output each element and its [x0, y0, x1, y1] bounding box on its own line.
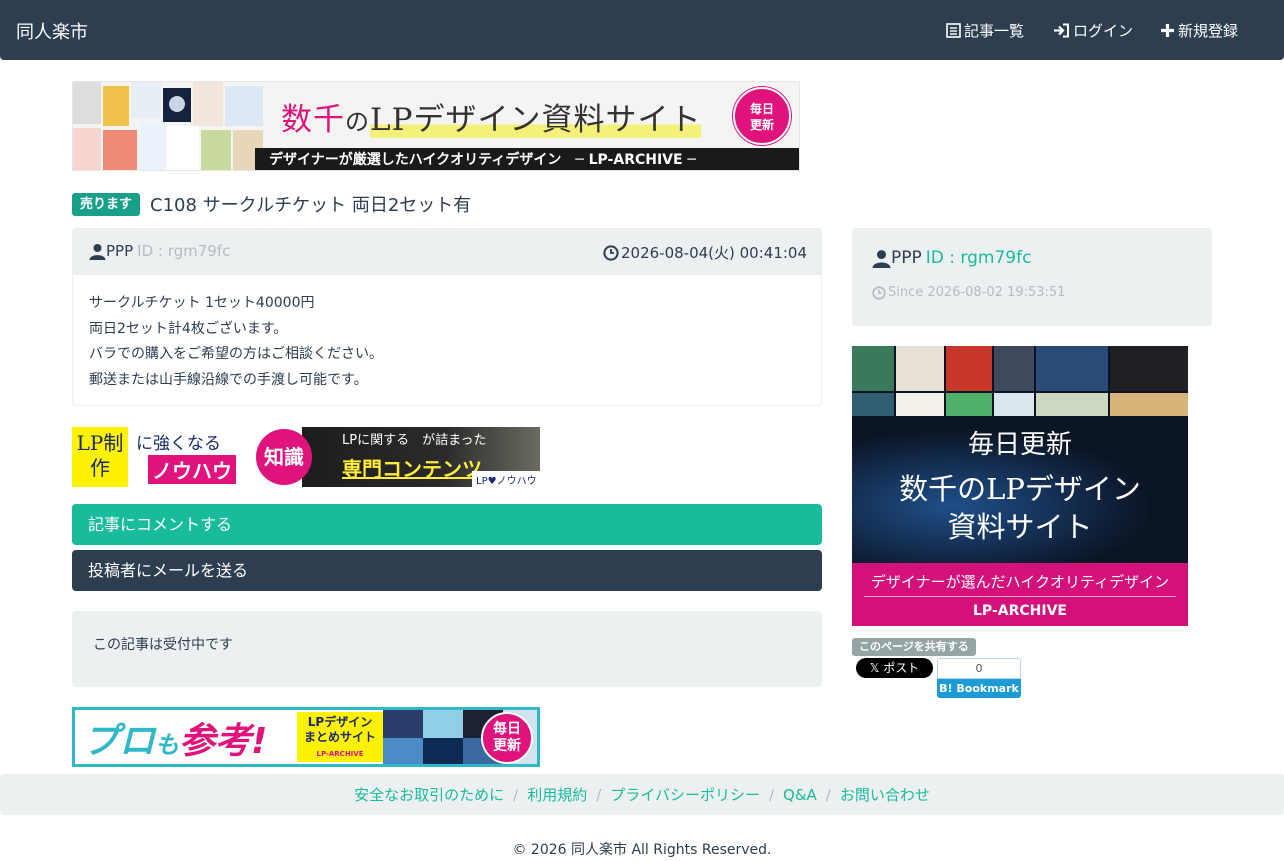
post-panel-header: PPP ID : rgm79fc 2026-08-04(火) 00:41:04 [73, 229, 821, 275]
pro-reference-headline: プロも参考! [83, 721, 268, 762]
post-body-line: バラでの購入をご希望の方はご相談ください。 [89, 346, 383, 362]
lp-archive-side-banner[interactable]: 毎日更新 数千のLPデザイン 資料サイト デザイナーが選んだハイクオリティデザイ… [852, 346, 1188, 626]
post-body-line: 両日2セット計4枚ございます。 [89, 320, 288, 337]
status-well: この記事は受付中です [72, 611, 822, 687]
clock-icon [872, 285, 886, 300]
daily-update-badge: 毎日更新 [481, 712, 533, 764]
list-icon [946, 23, 961, 38]
hatena-bookmark-count: 0 [937, 658, 1021, 679]
side-banner-daily: 毎日更新 [967, 430, 1072, 460]
post-author-id: ID : rgm79fc [137, 242, 231, 260]
nav-article-list-label: 記事一覧 [964, 22, 1025, 40]
post-title: C108 サークルチケット 両日2セット有 [150, 195, 472, 216]
plus-icon [1161, 24, 1174, 37]
footer-link-contact[interactable]: お問い合わせ [840, 784, 930, 805]
footer-link-privacy[interactable]: プライバシーポリシー [610, 784, 760, 805]
post-author-name: PPP [106, 242, 134, 260]
post-body-line: 郵送または山手線沿線での手渡し可能です。 [89, 371, 368, 388]
hatena-bookmark-button[interactable]: B! Bookmark [937, 679, 1021, 698]
nav-login-label: ログイン [1073, 22, 1134, 40]
login-icon [1054, 23, 1069, 38]
post-body: サークルチケット 1セット40000円 両日2セット計4枚ございます。 バラでの… [89, 291, 383, 393]
footer-link-terms[interactable]: 利用規約 [527, 784, 587, 805]
lp-archive-top-banner[interactable]: 数千のLPデザイン資料サイト 毎日更新 デザイナーが厳選したハイクオリティデザイ… [72, 81, 800, 171]
lp-knowhow-logo: LP♥ノウハウ [472, 471, 540, 487]
lp-knowhow-banner[interactable]: LP制作 に強くなる ノウハウ 知識 LPに関する が詰まった 専門コンテンツ … [72, 427, 540, 487]
footer-separator: / [768, 785, 775, 804]
comment-button[interactable]: 記事にコメントする [72, 504, 822, 545]
footer-separator: / [596, 785, 602, 804]
sidebar-user-id: ID : rgm79fc [925, 248, 1032, 268]
side-banner-headline: 数千のLPデザイン 資料サイト [899, 472, 1141, 544]
banner-title: 数千のLPデザイン資料サイト [281, 102, 702, 138]
banner-strip: デザイナーが厳選したハイクオリティデザイン ─ LP-ARCHIVE ─ [255, 148, 799, 170]
post-body-line: サークルチケット 1セット40000円 [89, 295, 315, 311]
daily-update-badge: 毎日更新 [733, 87, 791, 145]
knowledge-circle: 知識 [256, 429, 312, 485]
copyright: © 2026 同人楽市 All Rights Reserved. [512, 842, 772, 858]
banner-mid-headline: 専門コンテンツ [342, 457, 482, 481]
lp-design-summary-box: LPデザイン まとめサイト LP-ARCHIVE [297, 712, 383, 762]
navbar: 同人楽市 記事一覧 ログイン 新規登録 [0, 0, 1284, 60]
footer-link-safety[interactable]: 安全なお取引のために [354, 784, 504, 805]
user-icon [89, 243, 106, 260]
hatena-bookmark-widget[interactable]: 0 B! Bookmark [937, 658, 1021, 698]
footer-link-qa[interactable]: Q&A [783, 786, 817, 804]
banner-mid-text: LPに関する が詰まった [342, 433, 487, 448]
status-text: この記事は受付中です [93, 637, 233, 653]
post-date: 2026-08-04(火) 00:41:04 [603, 242, 807, 263]
nav-login[interactable]: ログイン [1053, 20, 1133, 41]
sidebar-user[interactable]: PPP ID : rgm79fc [872, 248, 1031, 268]
banner-collage-image [73, 82, 263, 170]
nav-register-label: 新規登録 [1178, 22, 1239, 40]
brand-logo[interactable]: 同人楽市 [16, 18, 88, 44]
sidebar-user-name: PPP [891, 248, 922, 268]
mail-poster-button[interactable]: 投稿者にメールを送る [72, 550, 822, 591]
post-author[interactable]: PPP ID : rgm79fc [89, 242, 230, 260]
sell-badge: 売ります [72, 193, 141, 216]
pro-reference-banner[interactable]: プロも参考! LPデザイン まとめサイト LP-ARCHIVE 毎日更新 [72, 707, 540, 767]
side-banner-footer: デザイナーが選んだハイクオリティデザイン LP-ARCHIVE [852, 563, 1188, 626]
x-post-button[interactable]: 𝕏 ポスト [856, 658, 933, 678]
footer-links: 安全なお取引のために / 利用規約 / プライバシーポリシー / Q&A / お… [0, 774, 1284, 815]
nav-register[interactable]: 新規登録 [1160, 20, 1238, 41]
post-date-text: 2026-08-04(火) 00:41:04 [620, 244, 807, 262]
nav-article-list[interactable]: 記事一覧 [946, 20, 1024, 41]
share-label: このページを共有する [852, 638, 976, 656]
footer-separator: / [825, 785, 831, 804]
footer-separator: / [513, 785, 519, 804]
post-panel: PPP ID : rgm79fc 2026-08-04(火) 00:41:04 … [72, 228, 822, 406]
user-icon [872, 249, 891, 268]
sidebar-user-card: PPP ID : rgm79fc Since 2026-08-02 19:53:… [852, 228, 1212, 326]
sidebar-user-since: Since 2026-08-02 19:53:51 [872, 285, 1065, 300]
lp-production-label: LP制作 [72, 427, 128, 487]
clock-icon [603, 244, 619, 261]
